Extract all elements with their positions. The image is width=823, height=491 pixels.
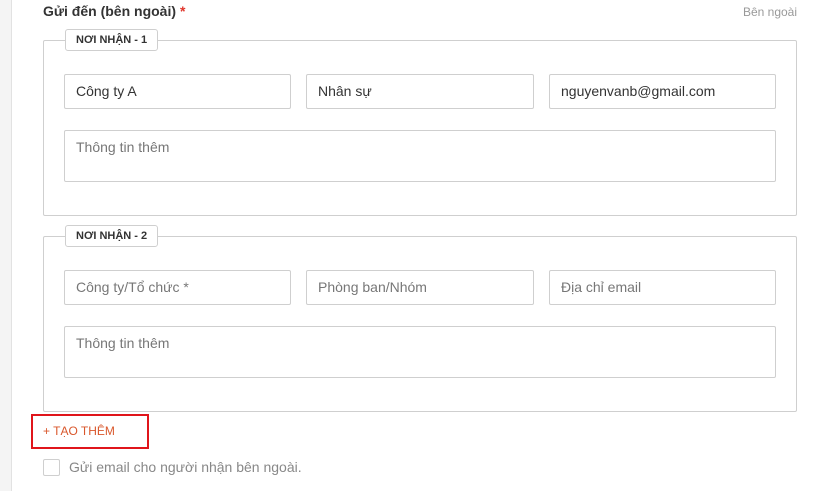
left-panel-edge [0, 0, 12, 491]
company-input[interactable]: Công ty/Tổ chức * [64, 270, 291, 305]
recipient-tag-2: NƠI NHẬN - 2 [65, 225, 159, 247]
email-input[interactable]: nguyenvanb@gmail.com [549, 74, 776, 109]
section-title-text: Gửi đến (bên ngoài) [43, 3, 177, 19]
section-title: Gửi đến (bên ngoài) * [43, 3, 185, 19]
extra-info-textarea[interactable]: Thông tin thêm [64, 326, 776, 378]
recipient-card-1: NƠI NHẬN - 1 Công ty A Nhân sự nguyenvan… [43, 29, 797, 216]
department-input[interactable]: Nhân sự [306, 74, 534, 109]
section-hint: Bên ngoài [742, 5, 797, 19]
company-input[interactable]: Công ty A [64, 74, 291, 109]
required-mark: * [180, 3, 186, 19]
extra-info-textarea[interactable]: Thông tin thêm [64, 130, 776, 182]
recipient-tag-1: NƠI NHẬN - 1 [65, 29, 159, 51]
send-email-checkbox-label[interactable]: Gửi email cho người nhận bên ngoài. [69, 459, 302, 475]
email-input[interactable]: Địa chỉ email [549, 270, 776, 305]
send-email-checkbox[interactable] [43, 458, 60, 476]
department-input[interactable]: Phòng ban/Nhóm [306, 270, 534, 305]
add-recipient-button[interactable]: + TẠO THÊM [31, 414, 149, 449]
recipient-card-2: NƠI NHẬN - 2 Công ty/Tổ chức * Phòng ban… [43, 225, 797, 412]
send-email-option[interactable]: Gửi email cho người nhận bên ngoài. [43, 458, 302, 476]
